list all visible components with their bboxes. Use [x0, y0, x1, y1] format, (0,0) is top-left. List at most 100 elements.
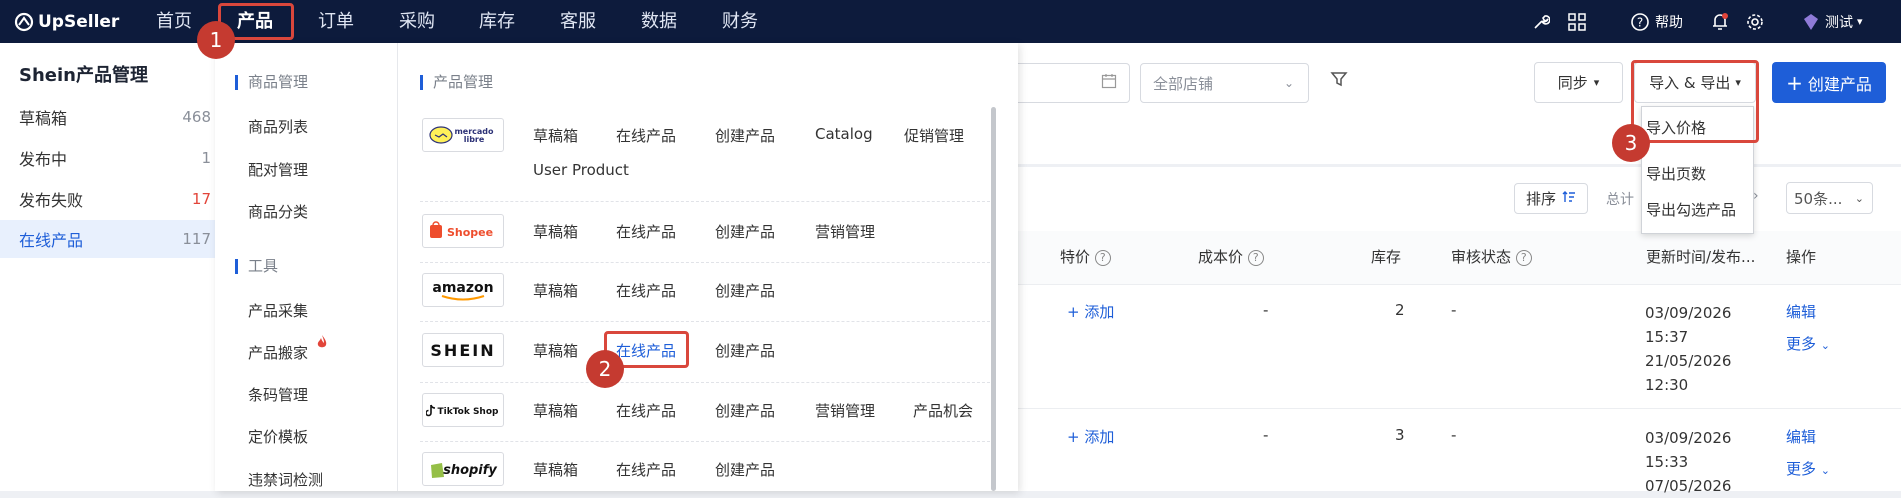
menu-export-selected[interactable]: 导出勾选产品 — [1646, 199, 1736, 220]
shopee-drafts-link[interactable]: 草稿箱 — [533, 221, 578, 242]
cost-cell: - — [1263, 426, 1269, 444]
col-updated: 更新时间/发布... — [1646, 248, 1756, 266]
shopee-marketing-link[interactable]: 营销管理 — [815, 221, 875, 242]
status-cell: - — [1451, 301, 1457, 319]
ml-catalog-link[interactable]: Catalog — [815, 125, 873, 143]
shopify-online-link[interactable]: 在线产品 — [616, 459, 676, 480]
ml-user-product-link[interactable]: User Product — [533, 161, 629, 179]
shopee-create-link[interactable]: 创建产品 — [715, 221, 775, 242]
tiktok-opportunity-link[interactable]: 产品机会 — [913, 400, 973, 421]
menu-product-category[interactable]: 商品分类 — [248, 201, 308, 222]
sidebar-item-publishing[interactable]: 发布中 1 — [0, 139, 215, 177]
tiktok-online-link[interactable]: 在线产品 — [616, 400, 676, 421]
more-dropdown[interactable]: 更多 ⌄ — [1786, 333, 1830, 354]
step-badge-1: 1 — [197, 21, 235, 59]
nav-purchase[interactable]: 采购 — [399, 0, 435, 43]
shein-drafts-link[interactable]: 草稿箱 — [533, 340, 578, 361]
svg-text:SHEIN: SHEIN — [430, 341, 495, 360]
svg-text:?: ? — [1637, 15, 1643, 29]
logo-text: UpSeller — [38, 12, 120, 32]
ml-create-link[interactable]: 创建产品 — [715, 125, 775, 146]
product-sidebar: Shein产品管理 草稿箱 468 发布中 1 发布失败 17 在线产品 117 — [0, 43, 215, 491]
nav-home[interactable]: 首页 — [156, 0, 192, 43]
ml-online-link[interactable]: 在线产品 — [616, 125, 676, 146]
upseller-logo[interactable]: UpSeller — [14, 9, 119, 35]
sidebar-item-count: 468 — [182, 108, 211, 126]
stock-cell: 2 — [1395, 301, 1405, 319]
bell-icon[interactable] — [1711, 0, 1729, 43]
menu-barcode-management[interactable]: 条码管理 — [248, 384, 308, 405]
user-badge-icon — [1804, 13, 1818, 30]
sync-button[interactable]: 同步 ▾ — [1534, 62, 1623, 103]
add-special-price-link[interactable]: + 添加 — [1067, 426, 1114, 447]
ml-promotion-link[interactable]: 促销管理 — [904, 125, 964, 146]
menu-export-pages[interactable]: 导出页数 — [1646, 163, 1706, 184]
menu-product-move[interactable]: 产品搬家 — [248, 335, 327, 363]
stock-cell: 3 — [1395, 426, 1405, 444]
mega-menu-scrollbar[interactable] — [991, 107, 996, 491]
page-size-select[interactable]: 50条... ⌄ — [1786, 182, 1873, 214]
gear-icon[interactable] — [1745, 0, 1765, 43]
amazon-online-link[interactable]: 在线产品 — [616, 280, 676, 301]
edit-link[interactable]: 编辑 — [1786, 301, 1816, 322]
sidebar-item-label: 发布中 — [19, 150, 68, 169]
logo-icon — [14, 12, 34, 32]
menu-pairing-management[interactable]: 配对管理 — [248, 159, 308, 180]
create-product-label: 创建产品 — [1807, 74, 1872, 94]
platform-row-shopee — [420, 202, 995, 263]
nav-finance[interactable]: 财务 — [722, 0, 758, 43]
sidebar-item-online[interactable]: 在线产品 117 — [0, 220, 215, 258]
nav-orders[interactable]: 订单 — [318, 0, 354, 43]
sidebar-title: Shein产品管理 — [19, 65, 148, 86]
sort-button[interactable]: 排序 — [1514, 183, 1588, 214]
ml-drafts-link[interactable]: 草稿箱 — [533, 125, 578, 146]
sidebar-item-count: 1 — [201, 149, 211, 167]
nav-data[interactable]: 数据 — [641, 0, 677, 43]
menu-product-list[interactable]: 商品列表 — [248, 116, 308, 137]
shopify-logo: shopify — [422, 452, 504, 486]
more-dropdown[interactable]: 更多 ⌄ — [1786, 458, 1830, 479]
help-label: 帮助 — [1655, 14, 1683, 31]
tiktok-create-link[interactable]: 创建产品 — [715, 400, 775, 421]
help-button[interactable]: ? 帮助 — [1630, 0, 1683, 43]
menu-banned-words-check[interactable]: 违禁词检测 — [248, 469, 323, 490]
svg-text:TikTok Shop: TikTok Shop — [438, 407, 500, 417]
sidebar-item-drafts[interactable]: 草稿箱 468 — [0, 98, 215, 136]
sidebar-item-failed[interactable]: 发布失败 17 — [0, 180, 215, 218]
user-name: 测试 — [1825, 14, 1853, 31]
shopify-drafts-link[interactable]: 草稿箱 — [533, 459, 578, 480]
menu-pricing-template[interactable]: 定价模板 — [248, 426, 308, 447]
chevron-down-icon: ▾ — [1857, 15, 1863, 28]
tiktok-marketing-link[interactable]: 营销管理 — [815, 400, 875, 421]
calendar-icon — [1101, 73, 1117, 93]
question-icon: ? — [1094, 249, 1111, 266]
amazon-drafts-link[interactable]: 草稿箱 — [533, 280, 578, 301]
shopee-online-link[interactable]: 在线产品 — [616, 221, 676, 242]
sort-label: 排序 — [1525, 190, 1556, 208]
apps-grid-icon[interactable] — [1568, 0, 1586, 43]
col-cost-price: 成本价 ? — [1198, 246, 1264, 267]
store-select[interactable]: 全部店铺 ⌄ — [1140, 63, 1309, 103]
nav-inventory[interactable]: 库存 — [479, 0, 515, 43]
amazon-create-link[interactable]: 创建产品 — [715, 280, 775, 301]
tiktok-shop-logo: TikTok Shop — [422, 393, 504, 427]
svg-text:Shopee: Shopee — [447, 226, 493, 239]
shopify-create-link[interactable]: 创建产品 — [715, 459, 775, 480]
shein-create-link[interactable]: 创建产品 — [715, 340, 775, 361]
chevron-down-icon: ⌄ — [1820, 464, 1831, 477]
chevron-down-icon: ⌄ — [1283, 76, 1294, 90]
wrench-icon[interactable] — [1532, 0, 1550, 43]
filter-icon[interactable] — [1330, 70, 1348, 92]
tiktok-drafts-link[interactable]: 草稿箱 — [533, 400, 578, 421]
user-menu[interactable]: 测试 ▾ — [1801, 0, 1863, 43]
amazon-logo: amazon — [422, 273, 504, 307]
date-range-input[interactable] — [1000, 63, 1130, 103]
create-product-button[interactable]: + 创建产品 — [1772, 62, 1886, 103]
menu-product-collection[interactable]: 产品采集 — [248, 300, 308, 321]
nav-service[interactable]: 客服 — [560, 0, 596, 43]
col-review-status: 审核状态 ? — [1451, 246, 1532, 267]
edit-link[interactable]: 编辑 — [1786, 426, 1816, 447]
add-special-price-link[interactable]: + 添加 — [1067, 301, 1114, 322]
fire-icon — [316, 334, 328, 354]
table-card — [1018, 167, 1901, 491]
